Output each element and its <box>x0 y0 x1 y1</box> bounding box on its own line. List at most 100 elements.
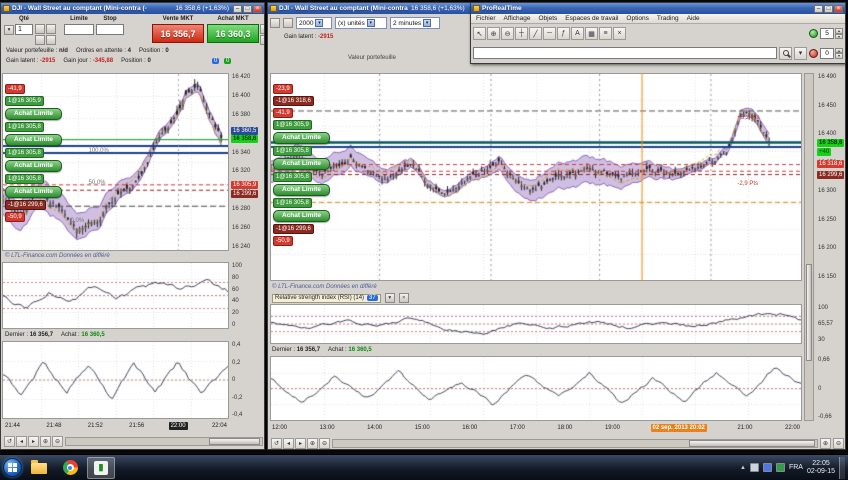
rsi-chart-canvas[interactable] <box>3 263 228 328</box>
order-tag[interactable]: Achat Limite <box>273 158 331 170</box>
menu-fichier[interactable]: Fichier <box>476 15 496 22</box>
maximize-button[interactable]: □ <box>824 4 833 13</box>
vertical-scrollbar[interactable] <box>804 73 814 421</box>
order-mini-button-3[interactable] <box>35 35 45 45</box>
order-tag[interactable]: 1@16 305,8 <box>5 174 44 184</box>
scrollbar-thumb[interactable] <box>806 264 812 362</box>
order-tag[interactable]: Achat Limite <box>273 132 331 144</box>
horizontal-line-tool-icon[interactable]: ─ <box>543 27 556 40</box>
horizontal-scrollbar[interactable] <box>332 438 818 448</box>
oscillator-chart-canvas[interactable] <box>271 357 801 420</box>
timeframe-select[interactable]: 2 minutes ▾ <box>390 17 440 29</box>
order-tag[interactable]: Achat Limite <box>273 184 331 196</box>
order-tag[interactable]: Achat Limite <box>5 186 63 198</box>
menu-espaces-de-travail[interactable]: Espaces de travail <box>565 15 618 22</box>
oscillator-chart-canvas[interactable] <box>3 342 228 418</box>
spin-a-value[interactable]: 5 <box>820 28 834 39</box>
list-tool-icon[interactable]: ≡ <box>599 27 612 40</box>
order-tag[interactable]: -50,9 <box>5 212 25 222</box>
zoom-in-icon[interactable]: ⊕ <box>307 437 318 449</box>
start-button[interactable] <box>3 458 22 477</box>
instrument-search-input[interactable] <box>473 47 777 59</box>
order-tag[interactable]: 1@16 305,8 <box>273 198 312 208</box>
scroll-right-icon[interactable]: ▸ <box>28 436 39 447</box>
units-type-select[interactable]: (x) unités ▾ <box>335 17 387 29</box>
order-tag[interactable]: 1@16 305,9 <box>273 120 312 130</box>
order-tag[interactable]: -1@16 299,6 <box>5 200 46 210</box>
buy-market-button[interactable]: 16 360,3 <box>207 24 259 43</box>
minimize-button[interactable]: – <box>814 4 823 13</box>
show-desktop-button[interactable] <box>839 456 845 479</box>
rsi-close-button[interactable]: × <box>398 293 409 303</box>
price-chart-canvas[interactable] <box>271 74 801 280</box>
rsi-indicator-tag[interactable]: Relative strength index (RSI) (14) 37 <box>272 293 381 303</box>
horizontal-scrollbar[interactable] <box>65 437 263 446</box>
minimize-button[interactable]: – <box>233 4 242 13</box>
order-tag[interactable]: 1@16 305,8 <box>273 146 312 156</box>
scrollbar-thumb[interactable] <box>689 439 815 447</box>
stop-price-input[interactable] <box>96 24 124 35</box>
order-tag[interactable]: Achat Limite <box>273 210 331 222</box>
order-mini-button-4[interactable] <box>46 35 56 45</box>
erase-tool-icon[interactable]: × <box>613 27 626 40</box>
rsi-settings-button[interactable]: ▾ <box>384 293 395 303</box>
left-window-titlebar[interactable]: DJI - Wall Street au comptant (Mini-cont… <box>1 3 264 14</box>
limit-price-input[interactable] <box>64 24 94 35</box>
spin-down-button[interactable]: ▾ <box>835 53 843 59</box>
menu-options[interactable]: Options <box>626 15 648 22</box>
menu-objets[interactable]: Objets <box>539 15 558 22</box>
order-tag[interactable]: -1@16 299,6 <box>273 224 314 234</box>
tray-network-icon[interactable] <box>762 463 772 472</box>
order-tag[interactable]: Achat Limite <box>5 108 63 120</box>
order-tag[interactable]: -41,9 <box>273 108 293 118</box>
order-tag[interactable]: -41,9 <box>5 84 25 94</box>
tray-display-icon[interactable] <box>749 463 759 472</box>
spin-down-button[interactable]: ▾ <box>835 33 843 39</box>
text-tool-icon[interactable]: A <box>571 27 584 40</box>
rsi-chart-canvas[interactable] <box>271 305 801 343</box>
maximize-button[interactable]: □ <box>243 4 252 13</box>
order-spin-up[interactable]: ▴ <box>260 24 264 34</box>
close-button[interactable]: × <box>834 4 843 13</box>
zoom-out-icon[interactable]: ⊖ <box>319 437 330 449</box>
close-button[interactable]: × <box>253 4 262 13</box>
units-value-select[interactable]: 2000 ▾ <box>296 17 332 29</box>
order-spin-down[interactable]: ▾ <box>260 35 264 45</box>
language-indicator[interactable]: FRA <box>789 464 803 471</box>
zoom-in-tool-icon[interactable]: ⊕ <box>487 27 500 40</box>
order-tag[interactable]: -1@16 318,6 <box>273 96 314 106</box>
menu-aide[interactable]: Aide <box>687 15 700 22</box>
order-options-button[interactable]: ▾ <box>4 25 14 35</box>
order-tag[interactable]: -23,9 <box>273 84 293 94</box>
zoom-in-icon[interactable]: ⊕ <box>40 436 51 447</box>
tray-status-icon[interactable] <box>775 463 785 472</box>
order-tag[interactable]: 1@16 305,8 <box>5 122 44 132</box>
scroll-left-icon[interactable]: ◂ <box>16 436 27 447</box>
cursor-tool-icon[interactable]: ↖ <box>473 27 486 40</box>
menu-trading[interactable]: Trading <box>657 15 679 22</box>
order-tag[interactable]: 1@16 305,9 <box>5 96 44 106</box>
refresh-icon[interactable]: ↺ <box>4 436 15 447</box>
zoom-out-icon[interactable]: ⊖ <box>52 436 63 447</box>
order-tag[interactable]: 1@16 305,8 <box>273 172 312 182</box>
spin-b-value[interactable]: 0 <box>820 47 834 59</box>
zoom-in-button[interactable]: ⊕ <box>820 437 831 449</box>
clock[interactable]: 22:05 02-09-15 <box>807 460 835 476</box>
chart-style-tool-icon[interactable]: ▦ <box>585 27 598 40</box>
search-options-button[interactable]: ▾ <box>794 46 807 60</box>
order-mini-button-2[interactable] <box>46 24 56 34</box>
scroll-right-icon[interactable]: ▸ <box>295 437 306 449</box>
toolbar-mini-1[interactable] <box>270 18 280 28</box>
order-tag[interactable]: Achat Limite <box>5 160 63 172</box>
scroll-left-icon[interactable]: ◂ <box>283 437 294 449</box>
order-tag[interactable]: -50,9 <box>273 236 293 246</box>
menu-affichage[interactable]: Affichage <box>504 15 531 22</box>
prt-titlebar[interactable]: ProRealTime – □ × <box>471 3 845 14</box>
zoom-out-button[interactable]: ⊖ <box>833 437 844 449</box>
taskbar-trading-app-button[interactable]: ▮ <box>87 456 115 479</box>
trendline-tool-icon[interactable]: ╱ <box>529 27 542 40</box>
refresh-icon[interactable]: ↺ <box>271 437 282 449</box>
taskbar-explorer-button[interactable] <box>25 457 53 479</box>
scrollbar-thumb[interactable] <box>209 438 260 445</box>
crosshair-tool-icon[interactable]: ┼ <box>515 27 528 40</box>
